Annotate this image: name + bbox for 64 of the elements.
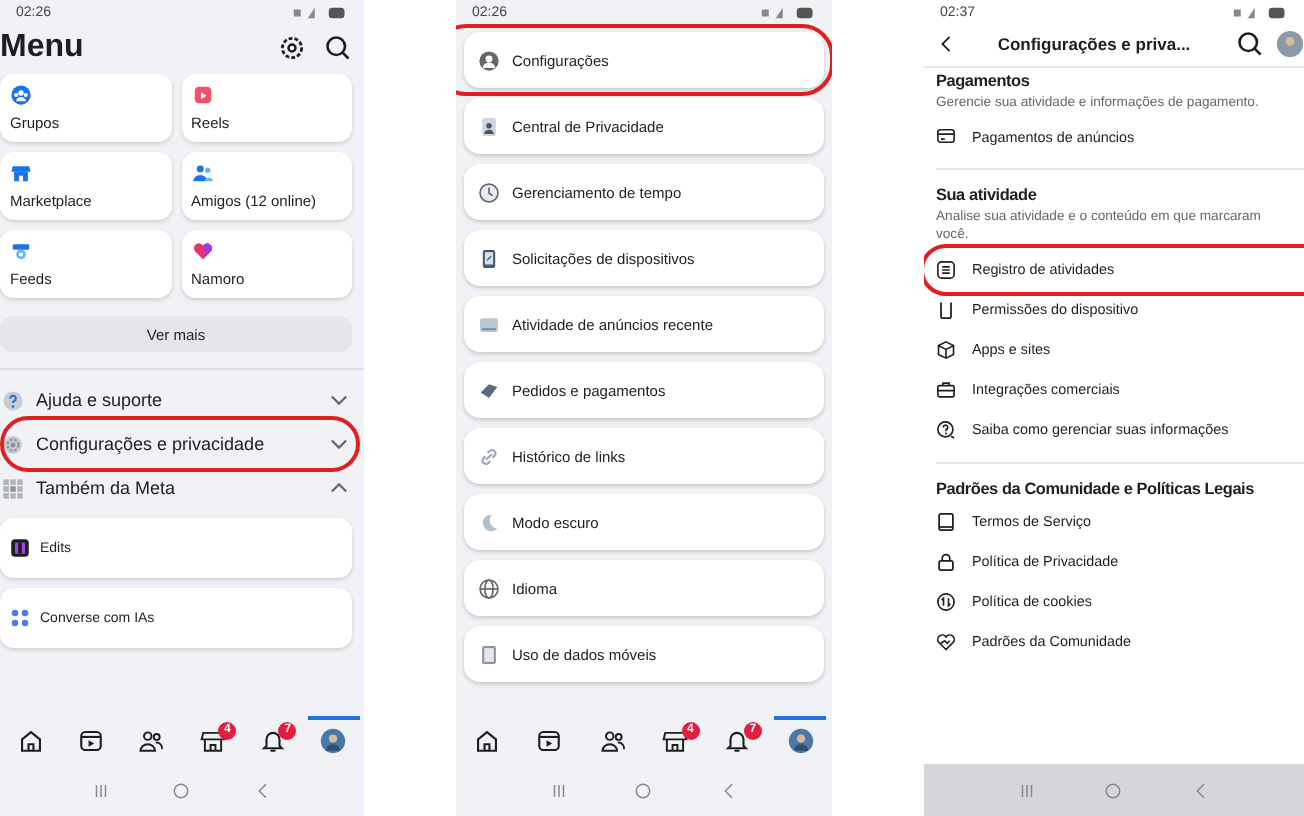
badge-icon [478, 115, 500, 137]
status-icons-drawing [292, 6, 348, 20]
section-label: Ajuda e suporte [36, 390, 165, 410]
home-icon [474, 727, 501, 753]
home-button-icon[interactable] [634, 781, 653, 799]
tablet-icon [478, 643, 500, 665]
section-label: Configurações e privacidade [36, 434, 267, 454]
friends-outline-icon [599, 727, 626, 753]
screen-title: Menu [0, 30, 86, 66]
play-icon [536, 727, 563, 753]
home-button-icon[interactable] [172, 781, 191, 799]
menu-section[interactable]: Configurações e privacidade [0, 422, 364, 466]
avatar-icon [787, 727, 814, 753]
heart-icon [191, 240, 213, 262]
card-icon [478, 379, 500, 401]
globe-icon [478, 577, 500, 599]
back-icon[interactable] [940, 34, 952, 54]
store-outline-icon [199, 727, 226, 753]
status-icons-drawing [760, 6, 816, 20]
section-heading: Padrões da Comunidade e Políticas Legais [936, 479, 1256, 498]
menu-section[interactable]: Também da Meta [0, 466, 364, 510]
briefcase-icon [936, 379, 956, 400]
gear-icon [2, 433, 24, 455]
settings-icon[interactable] [278, 34, 306, 62]
screen-title: Configurações e priva... [995, 34, 1193, 54]
avatar-icon[interactable] [1276, 30, 1304, 58]
video-icon [191, 84, 213, 106]
people-icon [10, 84, 32, 106]
grid-icon [2, 477, 24, 499]
question-icon [2, 389, 24, 411]
dots-icon [10, 608, 30, 628]
app-tile-icon [10, 538, 30, 558]
store-icon [10, 162, 32, 184]
search-icon[interactable] [324, 34, 352, 62]
friends-outline-icon [138, 727, 165, 753]
image-icon [478, 313, 500, 335]
section-label: Também da Meta [36, 478, 178, 498]
section-heading: Pagamentos [936, 72, 1032, 90]
arrows-circle-icon [936, 591, 956, 612]
friends-icon [191, 162, 213, 184]
avatar-icon [320, 727, 347, 753]
search-icon[interactable] [1236, 30, 1264, 58]
store-outline-icon [662, 727, 689, 753]
cube-icon [936, 339, 956, 360]
person-icon [478, 49, 500, 71]
play-icon [77, 727, 104, 753]
clock-icon [478, 181, 500, 203]
home-icon [17, 727, 44, 753]
recent-apps-icon[interactable] [91, 781, 110, 799]
bell-icon [724, 727, 751, 753]
section-heading: Sua atividade [936, 186, 1039, 205]
recent-apps-icon[interactable] [549, 781, 568, 799]
menu-section[interactable]: Ajuda e suporte [0, 378, 364, 422]
link-icon [478, 445, 500, 467]
feed-icon [10, 240, 32, 262]
phone-icon [478, 247, 500, 269]
bell-icon [259, 727, 286, 753]
list-icon [936, 259, 956, 280]
moon-icon [478, 511, 500, 533]
wallet-icon [936, 126, 956, 147]
status-icons-drawing [1232, 6, 1288, 20]
book-icon [936, 511, 956, 532]
help-bubble-icon [936, 419, 956, 440]
lock-icon [936, 551, 956, 572]
